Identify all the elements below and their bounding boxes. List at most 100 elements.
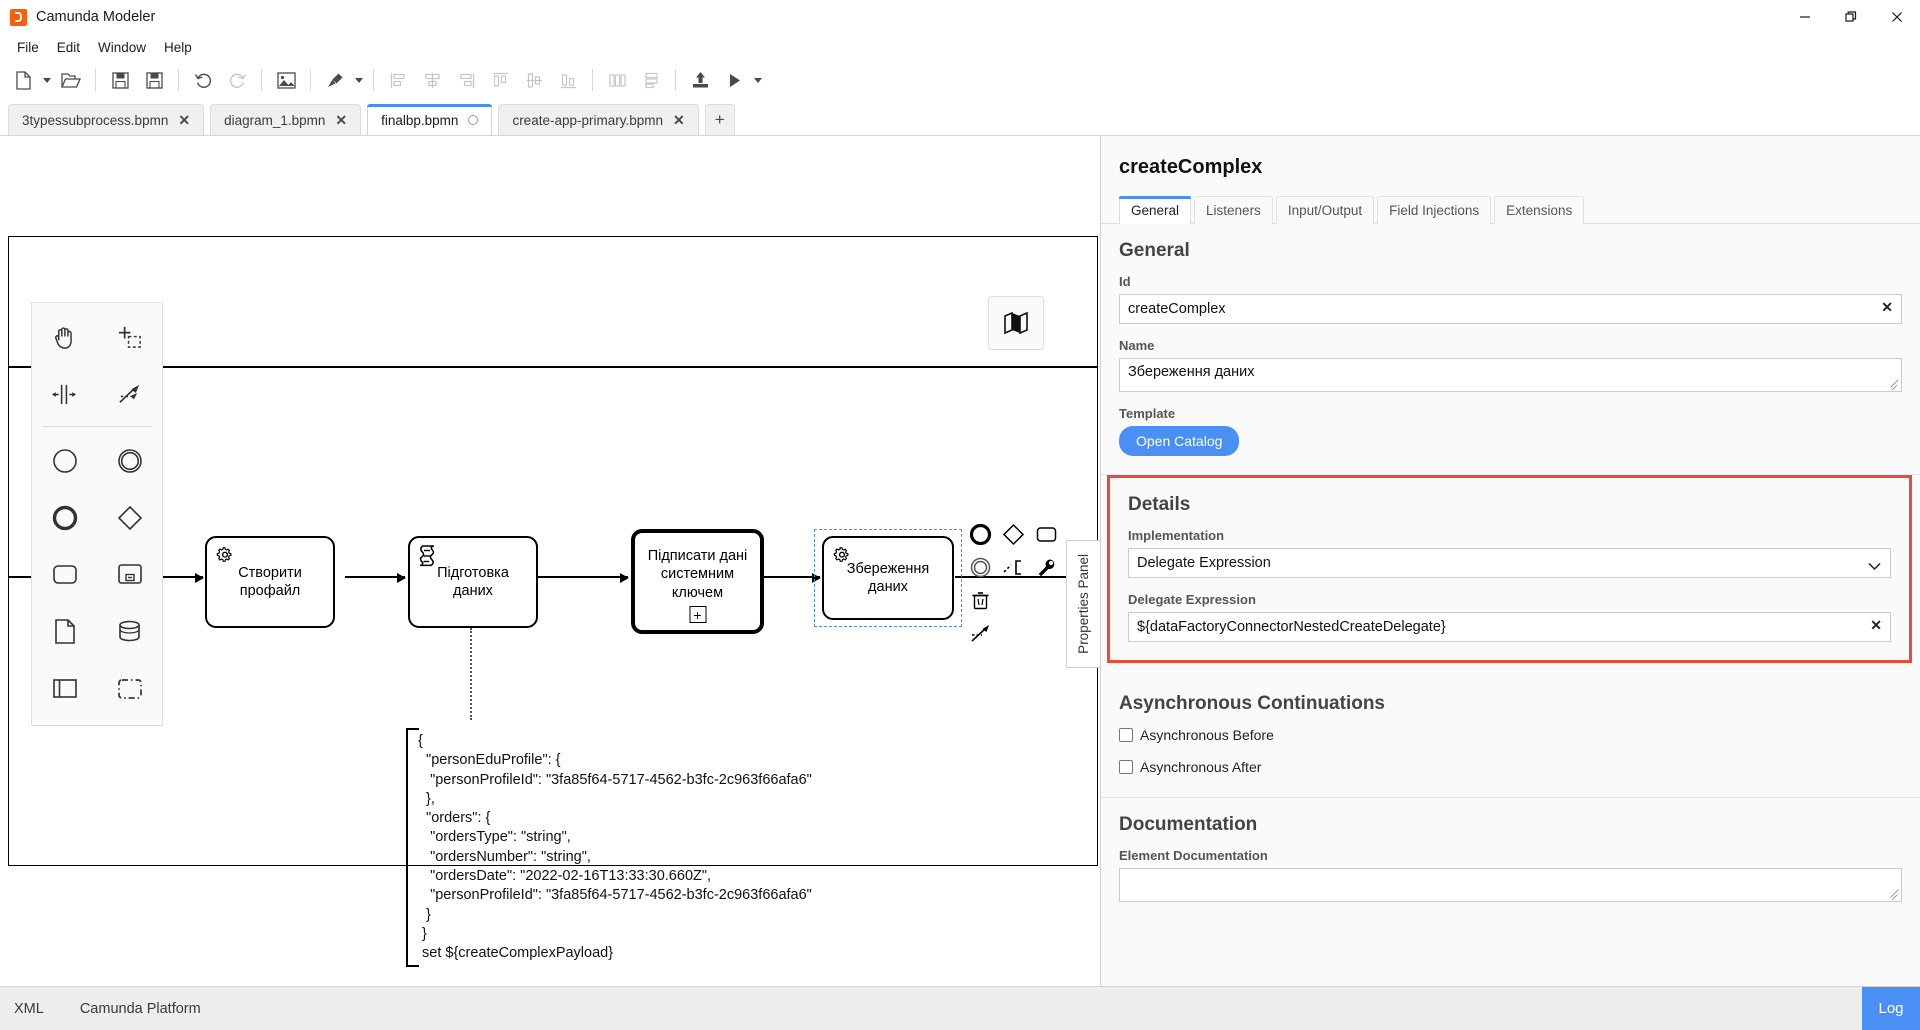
delete-element-button[interactable] — [965, 585, 996, 616]
connect-element-button[interactable] — [965, 618, 996, 649]
append-text-annotation-button[interactable] — [998, 552, 1029, 583]
maximize-restore-button[interactable] — [1828, 0, 1874, 34]
bpmn-canvas[interactable]: Створити профайл Підготовка даних Підпис… — [0, 136, 1100, 986]
create-participant-button[interactable] — [32, 660, 97, 717]
save-button[interactable] — [103, 64, 137, 96]
id-clear-icon[interactable]: ✕ — [1881, 300, 1893, 314]
align-left-button[interactable] — [381, 64, 415, 96]
create-data-store-button[interactable] — [97, 603, 162, 660]
async-after-row[interactable]: Asynchronous After — [1119, 759, 1902, 775]
align-top-button[interactable] — [483, 64, 517, 96]
title-bar: Camunda Modeler — [0, 0, 1920, 34]
distribute-horizontal-button[interactable] — [600, 64, 634, 96]
sequence-flow-2[interactable] — [345, 573, 406, 583]
menu-help[interactable]: Help — [155, 38, 201, 57]
palette-separator — [42, 426, 152, 427]
tab-unsaved-dot-icon[interactable] — [468, 115, 479, 125]
tab-diagram-1[interactable]: diagram_1.bpmn ✕ — [210, 104, 362, 135]
create-data-object-button[interactable] — [32, 603, 97, 660]
sequence-flow-4[interactable] — [760, 573, 821, 583]
align-tool-button[interactable] — [318, 64, 352, 96]
distribute-vertical-button[interactable] — [634, 64, 668, 96]
delegate-expression-clear-icon[interactable]: ✕ — [1870, 618, 1882, 632]
append-end-event-button[interactable] — [965, 519, 996, 550]
new-file-dropdown[interactable] — [40, 64, 54, 96]
status-xml-button[interactable]: XML — [14, 1001, 44, 1017]
align-middle-button[interactable] — [517, 64, 551, 96]
hand-tool-button[interactable] — [32, 309, 97, 366]
new-tab-button[interactable]: + — [704, 104, 735, 135]
run-button[interactable] — [717, 64, 751, 96]
implementation-select[interactable]: Delegate Expression — [1128, 548, 1891, 578]
space-tool-button[interactable] — [32, 366, 97, 423]
async-after-checkbox[interactable] — [1119, 760, 1133, 774]
tab-finalbp[interactable]: finalbp.bpmn — [367, 104, 493, 135]
create-end-event-button[interactable] — [32, 489, 97, 546]
tab-close-icon[interactable]: ✕ — [335, 113, 347, 127]
tab-listeners[interactable]: Listeners — [1194, 196, 1273, 224]
subprocess-expand-plus-icon[interactable]: + — [689, 606, 706, 623]
delegate-expression-input[interactable] — [1128, 612, 1891, 642]
align-bottom-button[interactable] — [551, 64, 585, 96]
log-button[interactable]: Log — [1862, 987, 1920, 1030]
create-group-button[interactable] — [97, 660, 162, 717]
tab-general[interactable]: General — [1119, 196, 1192, 224]
name-resize-grip[interactable] — [1890, 379, 1899, 388]
menu-window[interactable]: Window — [89, 38, 155, 57]
undo-button[interactable] — [186, 64, 220, 96]
toolbar — [0, 60, 1920, 100]
append-gateway-button[interactable] — [998, 519, 1029, 550]
name-textarea[interactable] — [1119, 358, 1902, 392]
align-right-button[interactable] — [449, 64, 483, 96]
align-tool-dropdown[interactable] — [352, 64, 366, 96]
minimize-button[interactable] — [1782, 0, 1828, 34]
status-platform-label[interactable]: Camunda Platform — [80, 1001, 201, 1017]
deploy-button[interactable] — [683, 64, 717, 96]
create-subprocess-collapsed-button[interactable] — [97, 546, 162, 603]
tab-field-injections[interactable]: Field Injections — [1377, 196, 1492, 224]
create-task-button[interactable] — [32, 546, 97, 603]
async-continuations-section: Asynchronous Continuations Asynchronous … — [1101, 677, 1920, 798]
open-file-button[interactable] — [54, 64, 88, 96]
change-element-type-button[interactable] — [1031, 552, 1062, 583]
align-center-button[interactable] — [415, 64, 449, 96]
append-task-button[interactable] — [1031, 519, 1062, 550]
tab-input-output[interactable]: Input/Output — [1275, 196, 1375, 224]
task-sign-data[interactable]: Підписати дані системним ключем + — [631, 529, 764, 634]
lasso-tool-button[interactable] — [97, 309, 162, 366]
name-label: Name — [1119, 338, 1155, 353]
create-start-event-button[interactable] — [32, 432, 97, 489]
minimap-toggle-button[interactable] — [988, 296, 1044, 350]
menu-edit[interactable]: Edit — [48, 38, 89, 57]
create-gateway-button[interactable] — [97, 489, 162, 546]
doc-resize-grip[interactable] — [1890, 889, 1899, 898]
export-image-button[interactable] — [269, 64, 303, 96]
text-annotation[interactable]: { "personEduProfile": { "personProfileId… — [406, 728, 812, 968]
element-documentation-textarea[interactable] — [1119, 868, 1902, 902]
append-intermediate-event-button[interactable] — [965, 552, 996, 583]
tab-close-icon[interactable]: ✕ — [673, 113, 685, 127]
close-button[interactable] — [1874, 0, 1920, 34]
task-save-data[interactable]: Збереження даних — [822, 536, 954, 620]
run-dropdown[interactable] — [751, 64, 765, 96]
open-catalog-button[interactable]: Open Catalog — [1119, 426, 1240, 456]
association-dashed-line[interactable] — [470, 628, 472, 720]
save-as-button[interactable] — [137, 64, 171, 96]
properties-panel-toggle[interactable]: Properties Panel — [1066, 540, 1100, 668]
async-before-checkbox[interactable] — [1119, 728, 1133, 742]
id-input[interactable] — [1119, 294, 1902, 324]
task-prepare-data[interactable]: Підготовка даних — [408, 536, 538, 628]
tab-extensions[interactable]: Extensions — [1494, 196, 1585, 224]
canvas-content: Створити профайл Підготовка даних Підпис… — [0, 136, 1100, 986]
new-file-button[interactable] — [6, 64, 40, 96]
service-task-gear-icon — [832, 545, 854, 567]
connect-tool-button[interactable] — [97, 366, 162, 423]
tab-close-icon[interactable]: ✕ — [178, 113, 190, 127]
tab-3typessubprocess[interactable]: 3typessubprocess.bpmn ✕ — [8, 104, 205, 135]
task-create-profile[interactable]: Створити профайл — [205, 536, 335, 628]
create-intermediate-event-button[interactable] — [97, 432, 162, 489]
menu-file[interactable]: File — [8, 38, 48, 57]
async-before-row[interactable]: Asynchronous Before — [1119, 727, 1902, 743]
tab-create-app-primary[interactable]: create-app-primary.bpmn ✕ — [498, 104, 699, 135]
redo-button[interactable] — [220, 64, 254, 96]
